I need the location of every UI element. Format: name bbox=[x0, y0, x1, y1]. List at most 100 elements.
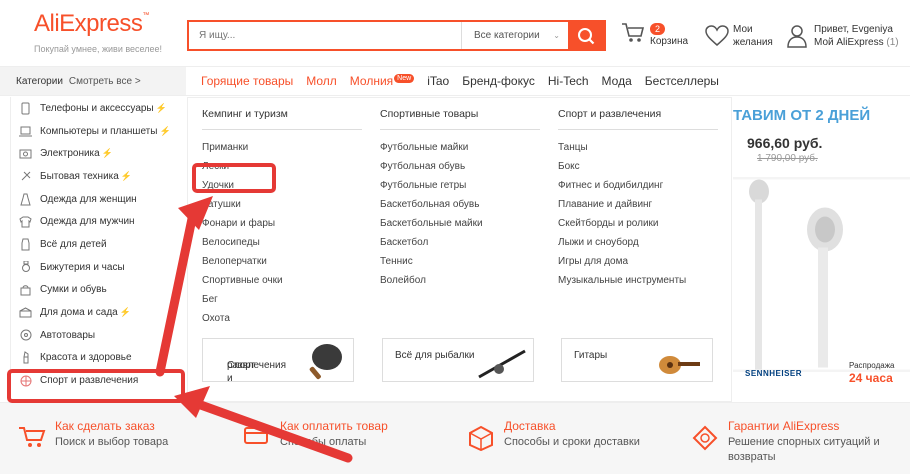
kids-icon bbox=[19, 238, 32, 251]
sidebar-item-phones[interactable]: Телефоны и аксессуары ⚡ bbox=[11, 97, 186, 120]
sidebar-item-beauty[interactable]: Красота и здоровье bbox=[11, 347, 186, 370]
sidebar-item-appliances[interactable]: Бытовая техника ⚡ bbox=[11, 165, 186, 188]
search-button[interactable] bbox=[568, 22, 604, 49]
bolt-icon: ⚡ bbox=[155, 102, 167, 113]
banner-price: 966,60 руб. bbox=[747, 135, 823, 151]
sidebar-item-electronics[interactable]: Электроника ⚡ bbox=[11, 142, 186, 165]
search-input[interactable] bbox=[189, 22, 461, 49]
menu-item-reels[interactable]: Катушки bbox=[202, 195, 362, 214]
column-camping: Кемпинг и туризм Приманки Лески Удочки К… bbox=[202, 108, 362, 328]
sidebar-item-auto[interactable]: Автотовары bbox=[11, 324, 186, 347]
cart-icon[interactable] bbox=[621, 22, 645, 44]
highlight-sports-category bbox=[7, 369, 185, 403]
menu-item-bicycles[interactable]: Велосипеды bbox=[202, 233, 362, 252]
menu-item[interactable]: Лыжи и сноуборд bbox=[558, 233, 718, 252]
nav-bestsellers[interactable]: Бестселлеры bbox=[645, 74, 719, 88]
sennheiser-logo: SENNHEISER bbox=[745, 369, 803, 378]
menu-item[interactable]: Фитнес и бодибилдинг bbox=[558, 176, 718, 195]
features-bar: Как сделать заказ Поиск и выбор товара К… bbox=[0, 402, 910, 474]
sidebar-item-bags[interactable]: Сумки и обувь bbox=[11, 279, 186, 302]
nav-brand-focus[interactable]: Бренд-фокус bbox=[462, 74, 535, 88]
sidebar-item-computers[interactable]: Компьютеры и планшеты ⚡ bbox=[11, 120, 186, 143]
search-bar: Все категории ⌄ bbox=[187, 20, 606, 51]
menu-item[interactable]: Баскетбол bbox=[380, 233, 540, 252]
account-link[interactable]: Привет, Evgeniya Мой AliExpress (1) bbox=[814, 23, 899, 49]
categories-header[interactable]: Категории Смотреть все > bbox=[0, 67, 186, 95]
column-sports-goods: Спортивные товары Футбольные майки Футбо… bbox=[380, 108, 540, 290]
banner-title: ТАВИМ ОТ 2 ДНЕЙ bbox=[733, 107, 871, 124]
menu-item[interactable]: Скейтборды и ролики bbox=[558, 214, 718, 233]
bag-icon bbox=[19, 283, 32, 296]
cart-count-badge: 2 bbox=[650, 23, 666, 35]
nav-mall[interactable]: Молл bbox=[306, 74, 337, 88]
heart-icon[interactable] bbox=[705, 25, 729, 47]
menu-item[interactable]: Игры для дома bbox=[558, 252, 718, 271]
menu-item-lights[interactable]: Фонари и фары bbox=[202, 214, 362, 233]
user-icon[interactable] bbox=[787, 24, 807, 48]
nav-hi-tech[interactable]: Hi-Tech bbox=[548, 74, 589, 88]
cart-label[interactable]: Корзина bbox=[650, 36, 688, 47]
shield-icon bbox=[692, 425, 718, 451]
menu-item[interactable]: Баскетбольные майки bbox=[380, 214, 540, 233]
watch-icon bbox=[19, 260, 32, 274]
camera-icon bbox=[19, 147, 32, 160]
promo-banner[interactable]: ТАВИМ ОТ 2 ДНЕЙ 966,60 руб. 1 790,00 руб… bbox=[733, 97, 910, 402]
menu-item[interactable]: Футбольные майки bbox=[380, 138, 540, 157]
nav-fashion[interactable]: Мода bbox=[602, 74, 632, 88]
guitar-icon bbox=[659, 356, 700, 374]
sidebar-item-home[interactable]: Для дома и сада ⚡ bbox=[11, 301, 186, 324]
category-sidebar: Телефоны и аксессуары ⚡ Компьютеры и план… bbox=[10, 97, 186, 402]
see-all-link[interactable]: Смотреть все > bbox=[69, 76, 141, 87]
sidebar-item-jewelry[interactable]: Бижутерия и часы bbox=[11, 256, 186, 279]
menu-item-running[interactable]: Бег bbox=[202, 290, 362, 309]
chevron-down-icon: ⌄ bbox=[553, 31, 560, 40]
menu-item[interactable]: Баскетбольная обувь bbox=[380, 195, 540, 214]
menu-item[interactable]: Танцы bbox=[558, 138, 718, 157]
column-sport-entertainment: Спорт и развлечения Танцы Бокс Фитнес и … bbox=[558, 108, 718, 290]
menu-item-hunting[interactable]: Охота bbox=[202, 309, 362, 328]
bolt-icon: ⚡ bbox=[119, 307, 131, 318]
promo-sports[interactable]: Спорт и развлечения bbox=[202, 338, 354, 384]
menu-item[interactable]: Волейбол bbox=[380, 271, 540, 290]
menu-item[interactable]: Футбольные гетры bbox=[380, 176, 540, 195]
sale-label: Распродажа bbox=[849, 361, 895, 370]
menu-item[interactable]: Теннис bbox=[380, 252, 540, 271]
menu-item[interactable]: Музыкальные инструменты bbox=[558, 271, 718, 290]
column-title[interactable]: Спортивные товары bbox=[380, 108, 540, 130]
cart-icon bbox=[19, 427, 46, 447]
column-title[interactable]: Спорт и развлечения bbox=[558, 108, 718, 130]
nav-lightning[interactable]: Молния New bbox=[350, 74, 415, 88]
nav-hot-deals[interactable]: Горящие товары bbox=[201, 74, 293, 88]
nav-itao[interactable]: iTao bbox=[427, 74, 449, 88]
tagline: Покупай умнее, живи веселее! bbox=[34, 44, 162, 54]
earphones-image bbox=[733, 177, 910, 372]
wishlist-link[interactable]: Мои желания bbox=[733, 23, 773, 49]
sale-time: 24 часа bbox=[849, 371, 893, 385]
card-icon bbox=[244, 427, 268, 444]
mega-menu: Кемпинг и туризм Приманки Лески Удочки К… bbox=[187, 97, 732, 402]
menu-item[interactable]: Бокс bbox=[558, 157, 718, 176]
sidebar-item-kids[interactable]: Всё для детей bbox=[11, 233, 186, 256]
menu-item[interactable]: Футбольная обувь bbox=[380, 157, 540, 176]
bolt-icon: ⚡ bbox=[101, 148, 113, 159]
promo-fishing[interactable]: Всё для рыбалки bbox=[382, 338, 534, 382]
wheel-icon bbox=[19, 329, 32, 342]
menu-item-lures[interactable]: Приманки bbox=[202, 138, 362, 157]
appliance-icon bbox=[19, 170, 32, 183]
fishing-reel-icon bbox=[478, 349, 526, 379]
menu-item-gloves[interactable]: Велоперчатки bbox=[202, 252, 362, 271]
box-icon bbox=[469, 425, 493, 451]
menu-item[interactable]: Плавание и дайвинг bbox=[558, 195, 718, 214]
promo-guitars[interactable]: Гитары bbox=[561, 338, 713, 382]
menu-item-glasses[interactable]: Спортивные очки bbox=[202, 271, 362, 290]
banner-old-price: 1 790,00 руб. bbox=[757, 153, 818, 164]
sidebar-item-women[interactable]: Одежда для женщин bbox=[11, 188, 186, 211]
lipstick-icon bbox=[19, 351, 32, 364]
search-icon bbox=[578, 27, 595, 44]
column-title[interactable]: Кемпинг и туризм bbox=[202, 108, 362, 130]
sidebar-item-men[interactable]: Одежда для мужчин bbox=[11, 210, 186, 233]
aliexpress-logo[interactable]: AliExpress™ bbox=[34, 10, 149, 38]
laptop-icon bbox=[19, 125, 32, 138]
main-nav: Категории Смотреть все > Горящие товары … bbox=[0, 66, 910, 96]
search-category-select[interactable]: Все категории ⌄ bbox=[461, 22, 568, 49]
